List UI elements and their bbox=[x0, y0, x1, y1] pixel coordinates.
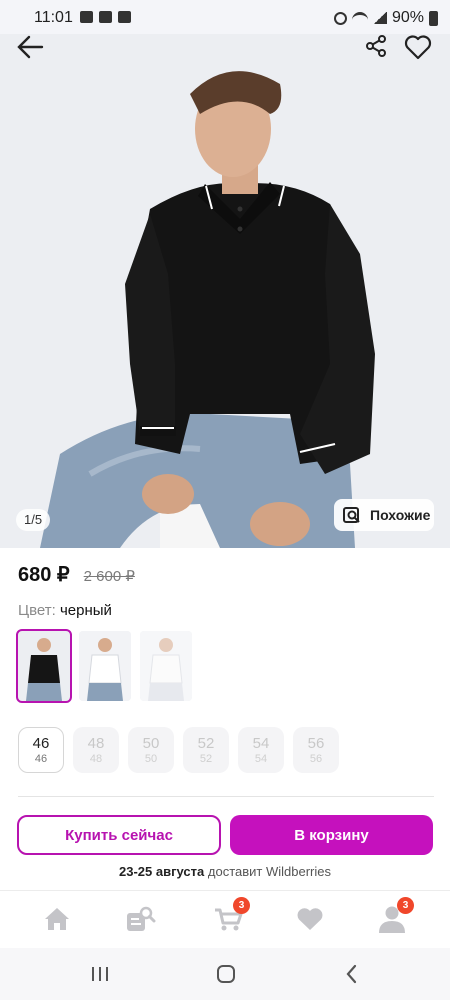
favorite-heart-icon[interactable] bbox=[404, 34, 434, 62]
wifi-icon bbox=[351, 12, 368, 24]
similar-button[interactable]: Похожие bbox=[334, 499, 434, 531]
status-bar: 11:01 90% bbox=[0, 0, 450, 34]
size-sub: 50 bbox=[144, 752, 158, 765]
catalog-search-icon bbox=[127, 906, 156, 931]
cart-badge: 3 bbox=[233, 897, 250, 914]
current-price: 680 ₽ bbox=[18, 564, 70, 586]
size-sub: 56 bbox=[309, 752, 323, 765]
size-option[interactable]: 54 54 bbox=[238, 727, 284, 773]
product-image bbox=[0, 34, 450, 548]
battery-icon bbox=[429, 10, 438, 26]
size-sub: 52 bbox=[199, 752, 213, 765]
size-selector: 46 46 48 48 50 50 52 52 54 54 56 56 bbox=[18, 727, 339, 773]
notification-icons bbox=[80, 11, 131, 23]
size-option[interactable]: 48 48 bbox=[73, 727, 119, 773]
battery-percent: 90% bbox=[391, 9, 424, 26]
size-main: 52 bbox=[197, 734, 215, 752]
delivery-dates: 23-25 августа bbox=[119, 864, 205, 879]
nav-home[interactable] bbox=[37, 901, 77, 937]
color-variants bbox=[16, 629, 192, 703]
size-option[interactable]: 52 52 bbox=[183, 727, 229, 773]
home-button-icon[interactable] bbox=[211, 962, 241, 986]
size-main: 54 bbox=[252, 734, 270, 752]
system-nav-bar bbox=[0, 948, 450, 1000]
size-main: 50 bbox=[142, 734, 160, 752]
nav-profile[interactable]: 3 bbox=[372, 897, 414, 937]
color-value: черный bbox=[59, 602, 112, 619]
bottom-nav: 3 3 bbox=[0, 890, 450, 948]
back-button-icon[interactable] bbox=[337, 962, 367, 986]
divider bbox=[18, 796, 434, 797]
size-sub: 54 bbox=[254, 752, 268, 765]
back-arrow-icon[interactable] bbox=[14, 34, 46, 62]
signal-icon bbox=[372, 12, 387, 24]
home-icon bbox=[45, 908, 69, 930]
nav-catalog[interactable] bbox=[120, 901, 160, 937]
bag-icon bbox=[99, 11, 112, 23]
status-time: 11:01 bbox=[34, 9, 73, 26]
similar-label: Похожие bbox=[370, 507, 431, 523]
size-sub: 48 bbox=[89, 752, 103, 765]
delivery-text: доставит Wildberries bbox=[207, 864, 331, 879]
nav-favorites[interactable] bbox=[290, 901, 330, 937]
heart-icon bbox=[297, 908, 323, 930]
color-label: Цвет: bbox=[18, 602, 56, 619]
profile-badge: 3 bbox=[397, 897, 414, 914]
color-variant-white[interactable] bbox=[79, 631, 131, 701]
nav-cart[interactable]: 3 bbox=[208, 897, 250, 937]
size-option[interactable]: 46 46 bbox=[18, 727, 64, 773]
size-main: 48 bbox=[87, 734, 105, 752]
product-photo[interactable]: 1/5 Похожие bbox=[0, 34, 450, 548]
app-icon bbox=[118, 11, 131, 23]
price-row: 680 ₽ 2 600 ₽ bbox=[18, 562, 135, 587]
size-sub: 46 bbox=[34, 752, 48, 765]
add-to-cart-button[interactable]: В корзину bbox=[230, 815, 433, 855]
size-option[interactable]: 56 56 bbox=[293, 727, 339, 773]
image-counter: 1/5 bbox=[16, 509, 51, 531]
buy-now-button[interactable]: Купить сейчас bbox=[17, 815, 221, 855]
color-row: Цвет: черный bbox=[18, 602, 112, 619]
gallery-icon bbox=[80, 11, 93, 23]
status-right: 90% bbox=[333, 9, 438, 27]
size-main: 56 bbox=[307, 734, 325, 752]
alarm-icon bbox=[333, 11, 347, 25]
color-variant-black[interactable] bbox=[16, 629, 72, 703]
delivery-info: 23-25 августа доставит Wildberries bbox=[0, 864, 450, 879]
size-option[interactable]: 50 50 bbox=[128, 727, 174, 773]
share-icon[interactable] bbox=[364, 34, 390, 60]
similar-search-icon bbox=[343, 507, 360, 523]
recent-apps-icon[interactable] bbox=[85, 962, 115, 986]
color-variant-light[interactable] bbox=[140, 631, 192, 701]
old-price: 2 600 ₽ bbox=[83, 568, 135, 585]
size-main: 46 bbox=[32, 734, 50, 752]
